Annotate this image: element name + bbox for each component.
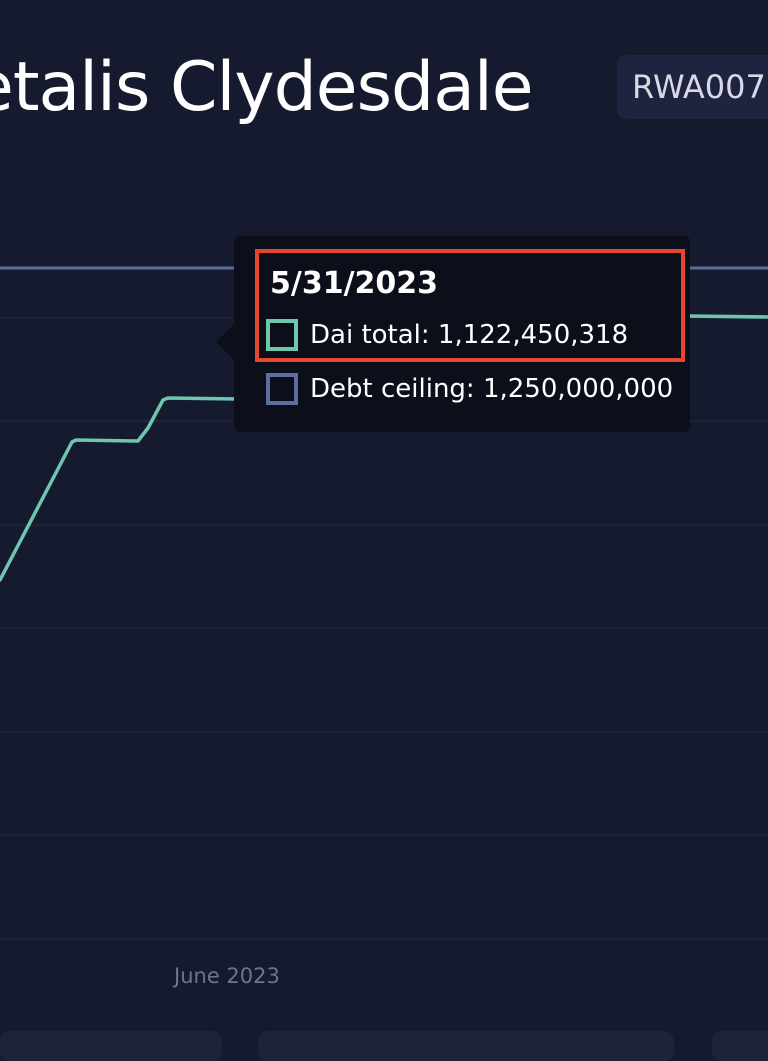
- tooltip-row-dai-total: Dai total: 1,122,450,318: [266, 318, 628, 352]
- chart-tooltip: 5/31/2023 Dai total: 1,122,450,318 Debt …: [216, 236, 690, 432]
- bottom-card[interactable]: [258, 1031, 674, 1061]
- bottom-card[interactable]: [0, 1031, 222, 1061]
- dai-chart[interactable]: [0, 0, 768, 1038]
- tooltip-date: 5/31/2023: [270, 266, 439, 301]
- x-axis-tick-label: June 2023: [174, 964, 280, 988]
- tooltip-pointer: [216, 324, 234, 360]
- tooltip-row-label: Dai total: 1,122,450,318: [310, 320, 629, 350]
- dai-total-swatch-icon: [266, 319, 298, 351]
- debt-ceiling-swatch-icon: [266, 373, 298, 405]
- tooltip-row-label: Debt ceiling: 1,250,000,000: [310, 374, 674, 404]
- tooltip-row-debt-ceiling: Debt ceiling: 1,250,000,000: [266, 372, 673, 406]
- bottom-card[interactable]: [712, 1031, 768, 1061]
